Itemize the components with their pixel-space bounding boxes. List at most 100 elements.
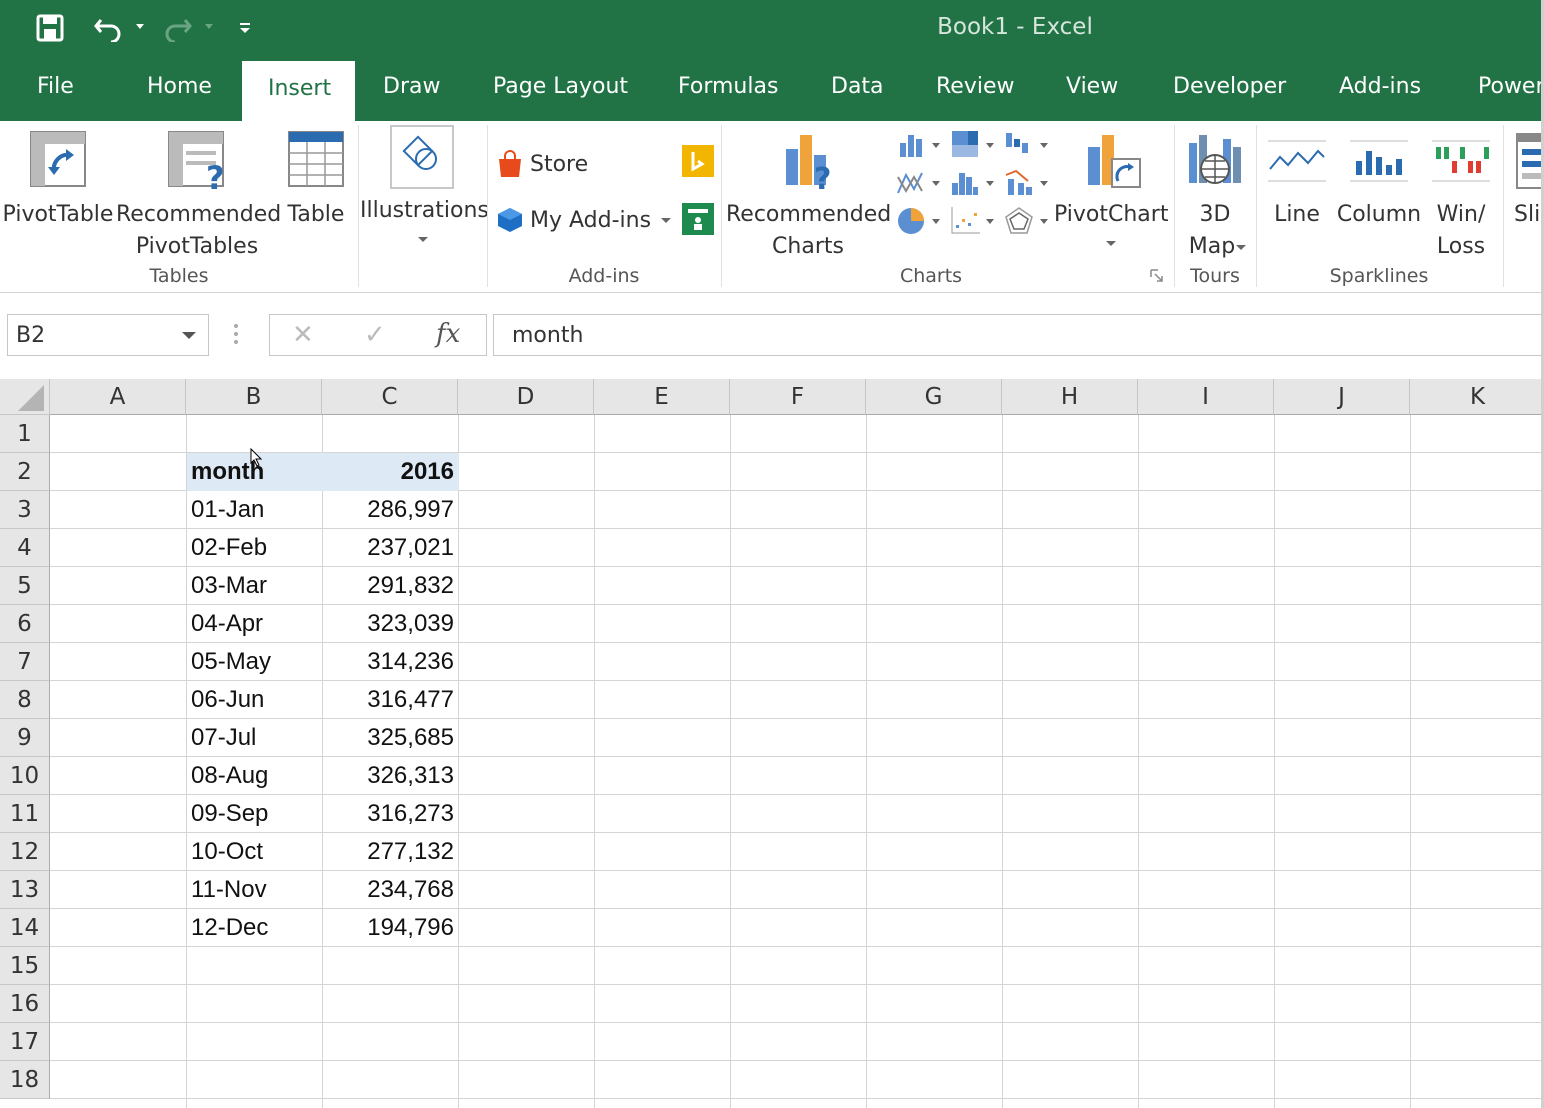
row-header-18[interactable]: 18 [0,1061,50,1099]
cell-b14[interactable]: 12-Dec [186,909,322,947]
sparkline-column-button[interactable]: Column [1334,129,1424,249]
cell-c13[interactable]: 234,768 [322,871,458,909]
table-button[interactable]: Table [285,129,347,249]
sparkline-winloss-button[interactable]: Win/ Loss [1428,129,1494,259]
tab-power[interactable]: Power [1478,74,1544,108]
waterfall-chart-gallery-button[interactable] [1004,129,1052,165]
row-header-7[interactable]: 7 [0,643,50,681]
row-header-12[interactable]: 12 [0,833,50,871]
tab-formulas[interactable]: Formulas [678,74,778,108]
recommended-pivottables-button[interactable]: ? Recommended PivotTables [116,129,281,259]
3d-map-button[interactable]: 3D Map [1176,129,1254,259]
cell-c10[interactable]: 326,313 [322,757,458,795]
tab-review[interactable]: Review [936,74,1015,108]
column-header-h[interactable]: H [1002,379,1138,415]
dialog-launcher-icon[interactable] [1150,269,1164,283]
cell-c7[interactable]: 314,236 [322,643,458,681]
cell-c4[interactable]: 237,021 [322,529,458,567]
enter-icon[interactable]: ✓ [364,320,386,350]
scatter-chart-gallery-button[interactable] [950,205,998,241]
row-header-6[interactable]: 6 [0,605,50,643]
cell-b4[interactable]: 02-Feb [186,529,322,567]
chevron-down-icon[interactable] [182,332,196,339]
cell-c6[interactable]: 323,039 [322,605,458,643]
cell-b6[interactable]: 04-Apr [186,605,322,643]
sparkline-line-button[interactable]: Line [1264,129,1330,249]
cell-b12[interactable]: 10-Oct [186,833,322,871]
my-addins-button[interactable]: My Add-ins [496,203,672,237]
cell-c3[interactable]: 286,997 [322,491,458,529]
column-header-c[interactable]: C [322,379,458,415]
column-header-a[interactable]: A [50,379,186,415]
row-header-5[interactable]: 5 [0,567,50,605]
tab-draw[interactable]: Draw [383,74,440,108]
row-header-17[interactable]: 17 [0,1023,50,1061]
row-header-15[interactable]: 15 [0,947,50,985]
row-header-16[interactable]: 16 [0,985,50,1023]
customize-qat-icon[interactable] [234,8,256,48]
line-chart-gallery-button[interactable] [896,167,944,203]
illustrations-button[interactable]: Illustrations [360,125,489,255]
pivotchart-button[interactable]: PivotChart [1054,129,1168,259]
row-header-14[interactable]: 14 [0,909,50,947]
row-header-4[interactable]: 4 [0,529,50,567]
column-chart-gallery-button[interactable] [896,129,944,165]
tab-home[interactable]: Home [147,74,212,108]
cell-c8[interactable]: 316,477 [322,681,458,719]
cell-c11[interactable]: 316,273 [322,795,458,833]
tab-file[interactable]: File [37,74,74,108]
redo-dropdown-icon[interactable] [205,24,213,29]
tab-insert[interactable]: Insert [242,61,355,123]
row-header-10[interactable]: 10 [0,757,50,795]
pivottable-button[interactable]: PivotTable [2,129,114,249]
statistic-chart-gallery-button[interactable] [950,167,998,203]
column-header-b[interactable]: B [186,379,322,415]
redo-icon[interactable] [158,8,198,48]
row-header-3[interactable]: 3 [0,491,50,529]
tab-view[interactable]: View [1066,74,1118,108]
cell-c9[interactable]: 325,685 [322,719,458,757]
undo-dropdown-icon[interactable] [136,24,144,29]
undo-icon[interactable] [88,8,128,48]
cell-c5[interactable]: 291,832 [322,567,458,605]
tab-add-ins[interactable]: Add-ins [1339,74,1421,108]
column-header-i[interactable]: I [1138,379,1274,415]
column-header-f[interactable]: F [730,379,866,415]
tab-page-layout[interactable]: Page Layout [493,74,628,108]
select-all-button[interactable] [0,379,50,415]
row-header-2[interactable]: 2 [0,453,50,491]
cell-b7[interactable]: 05-May [186,643,322,681]
combo-chart-gallery-button[interactable] [1004,167,1052,203]
tab-developer[interactable]: Developer [1173,74,1286,108]
bing-icon[interactable] [682,145,714,177]
row-header-13[interactable]: 13 [0,871,50,909]
pie-chart-gallery-button[interactable] [896,205,944,241]
insert-function-icon[interactable]: fx [436,319,460,349]
cell-b3[interactable]: 01-Jan [186,491,322,529]
cell-b13[interactable]: 11-Nov [186,871,322,909]
slicer-button[interactable]: Sli [1510,129,1544,249]
save-icon[interactable] [30,8,70,48]
cell-b8[interactable]: 06-Jun [186,681,322,719]
column-header-e[interactable]: E [594,379,730,415]
column-header-g[interactable]: G [866,379,1002,415]
hierarchy-chart-gallery-button[interactable] [950,129,998,165]
cell-b10[interactable]: 08-Aug [186,757,322,795]
row-header-1[interactable]: 1 [0,415,50,453]
cell-c12[interactable]: 277,132 [322,833,458,871]
radar-chart-gallery-button[interactable] [1004,205,1052,241]
row-header-9[interactable]: 9 [0,719,50,757]
column-header-j[interactable]: J [1274,379,1410,415]
cell-c14[interactable]: 194,796 [322,909,458,947]
cell-b5[interactable]: 03-Mar [186,567,322,605]
tab-data[interactable]: Data [831,74,884,108]
cancel-icon[interactable]: ✕ [292,320,314,350]
recommended-charts-button[interactable]: ? Recommended Charts [726,129,891,259]
column-header-k[interactable]: K [1410,379,1544,415]
formula-input[interactable]: month [493,314,1544,356]
row-header-8[interactable]: 8 [0,681,50,719]
people-graph-icon[interactable] [682,203,714,235]
column-header-d[interactable]: D [458,379,594,415]
row-header-11[interactable]: 11 [0,795,50,833]
cell-c2[interactable]: 2016 [322,453,458,491]
